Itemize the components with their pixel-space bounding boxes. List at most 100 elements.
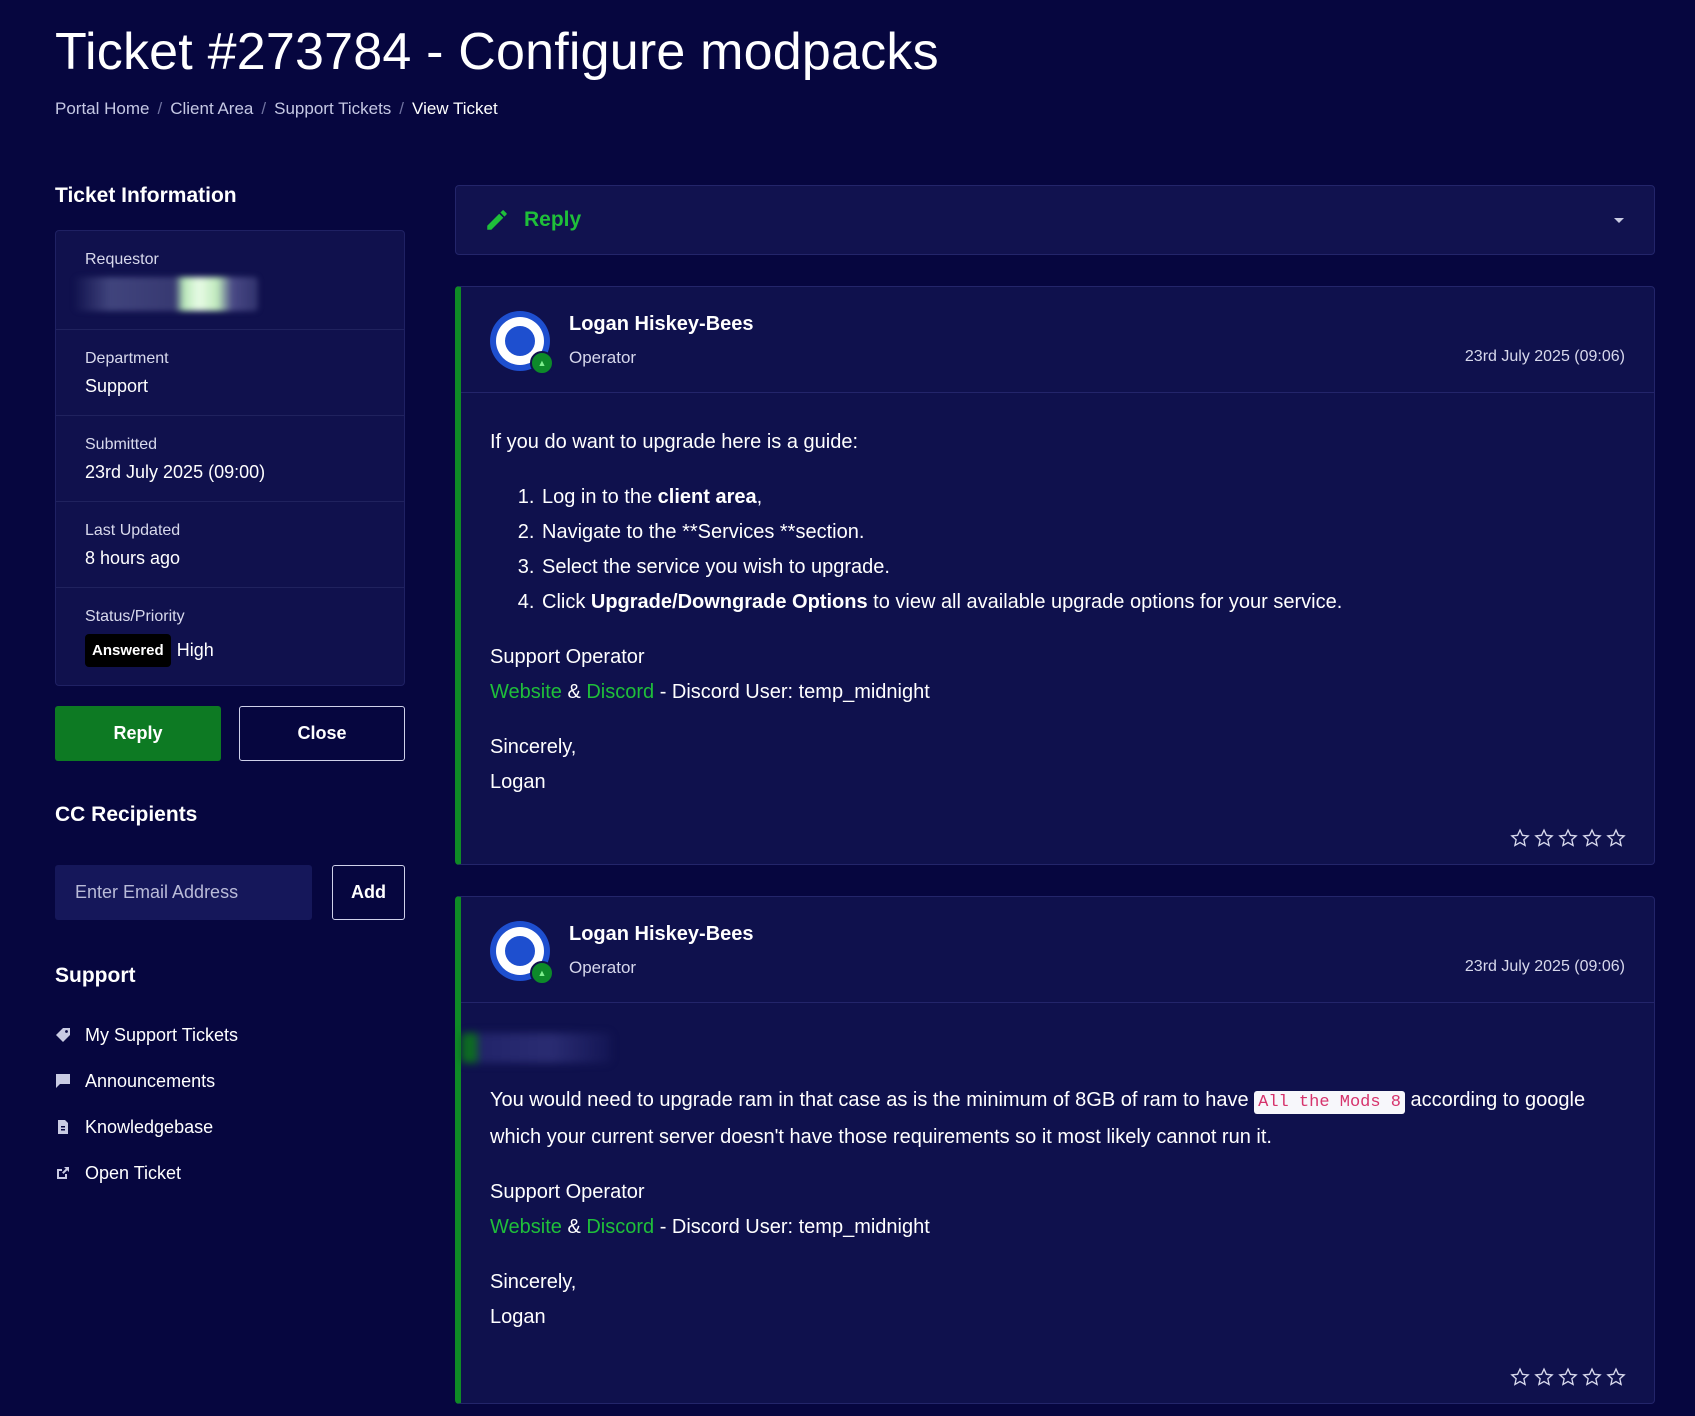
message-author: Logan Hiskey-Bees [569,923,754,945]
message-author: Logan Hiskey-Bees [569,313,754,335]
status-row: Status/Priority Answered High [56,588,404,685]
priority-value: High [176,640,214,660]
page-title: Ticket #273784 - Configure modpacks [55,23,939,81]
close-button[interactable]: Close [239,706,405,761]
breadcrumb-view-ticket: View Ticket [412,99,498,118]
support-heading: Support [55,964,136,987]
cc-email-input[interactable] [55,865,312,920]
sidebar: Ticket Information Requestor Department … [55,184,405,1196]
cc-form: Add [55,865,405,920]
breadcrumb-support-tickets[interactable]: Support Tickets [274,99,391,119]
website-link[interactable]: Website [490,681,562,703]
message-body: If you do want to upgrade here is a guid… [461,393,1654,826]
ticket-page: Ticket #273784 - Configure modpacks Port… [0,0,1695,1416]
rating-stars[interactable] [1510,828,1626,848]
closing-text: Sincerely, [490,1271,577,1293]
reply-bar-label: Reply [524,208,582,231]
support-link-label: Knowledgebase [85,1116,214,1137]
requestor-redacted [73,277,258,311]
star-icon[interactable] [1558,828,1578,848]
status-label: Status/Priority [85,608,185,625]
breadcrumb-portal-home[interactable]: Portal Home [55,99,149,119]
message-date: 23rd July 2025 (09:06) [1464,958,1625,975]
ticket-information-heading: Ticket Information [55,184,237,207]
comment-icon [55,1073,71,1089]
ticket-info-card: Requestor Department Support Submitted 2… [55,230,405,686]
signature-name: Logan [490,771,546,793]
message-body: You would need to upgrade ram in that ca… [461,1003,1654,1361]
last-updated-value: 8 hours ago [85,548,181,568]
ticket-tag-icon [55,1027,71,1043]
star-icon[interactable] [1510,1367,1530,1387]
last-updated-row: Last Updated 8 hours ago [56,502,404,588]
department-row: Department Support [56,330,404,416]
support-link-my-tickets[interactable]: My Support Tickets [55,1012,405,1058]
avatar: ▲ [490,921,554,985]
department-value: Support [85,376,149,396]
submitted-row: Submitted 23rd July 2025 (09:00) [56,416,404,502]
breadcrumb: Portal Home / Client Area / Support Tick… [55,99,498,119]
message-text: You would need to upgrade ram in that ca… [490,1089,1586,1148]
support-link-label: My Support Tickets [85,1024,239,1045]
reply-button[interactable]: Reply [55,706,221,761]
message-role: Operator [569,958,637,977]
add-cc-button[interactable]: Add [332,865,405,920]
closing-text: Sincerely, [490,736,577,758]
message-role: Operator [569,348,637,367]
breadcrumb-separator: / [157,99,163,118]
signature-links: Website & Discord - Discord User: temp_m… [490,1216,930,1238]
external-link-icon [55,1165,71,1181]
website-link[interactable]: Website [490,1216,562,1238]
message-intro: If you do want to upgrade here is a guid… [490,431,859,453]
star-icon[interactable] [1582,1367,1602,1387]
message-header: ▲ Logan Hiskey-Bees Operator 23rd July 2… [461,287,1654,393]
upgrade-steps: Log in to the client area, Navigate to t… [540,480,1625,620]
support-link-label: Open Ticket [85,1162,182,1183]
ticket-main: Reply ▲ Logan Hiskey-Bees Operator 23rd … [455,185,1655,1404]
signature-title: Support Operator [490,646,645,668]
message-header: ▲ Logan Hiskey-Bees Operator 23rd July 2… [461,897,1654,1003]
submitted-value: 23rd July 2025 (09:00) [85,462,266,482]
star-icon[interactable] [1510,828,1530,848]
breadcrumb-separator: / [399,99,405,118]
star-icon[interactable] [1558,1367,1578,1387]
last-updated-label: Last Updated [85,522,181,539]
support-link-label: Announcements [85,1070,216,1091]
status-priority: Answered High [85,634,375,667]
rating-stars[interactable] [1510,1367,1626,1387]
operator-status-icon: ▲ [530,351,554,375]
discord-link[interactable]: Discord [586,1216,654,1238]
star-icon[interactable] [1582,828,1602,848]
discord-link[interactable]: Discord [586,681,654,703]
caret-down-icon [1614,218,1624,223]
ticket-message: ▲ Logan Hiskey-Bees Operator 23rd July 2… [455,896,1655,1404]
message-date: 23rd July 2025 (09:06) [1464,348,1625,365]
breadcrumb-client-area[interactable]: Client Area [170,99,253,119]
reply-collapse-bar[interactable]: Reply [455,185,1655,255]
redacted-quote [461,1033,611,1063]
star-icon[interactable] [1606,1367,1626,1387]
star-icon[interactable] [1534,1367,1554,1387]
step-item: Navigate to the **Services **section. [540,515,1625,550]
requestor-row: Requestor [56,231,404,330]
document-icon [55,1119,71,1135]
cc-recipients-heading: CC Recipients [55,803,198,826]
signature-links: Website & Discord - Discord User: temp_m… [490,681,930,703]
star-icon[interactable] [1606,828,1626,848]
support-link-announcements[interactable]: Announcements [55,1058,405,1104]
signature-title: Support Operator [490,1181,645,1203]
step-item: Click Upgrade/Downgrade Options to view … [540,585,1625,620]
pencil-icon [487,210,507,230]
star-icon[interactable] [1534,828,1554,848]
submitted-label: Submitted [85,436,158,453]
step-item: Log in to the client area, [540,480,1625,515]
operator-status-icon: ▲ [530,961,554,985]
support-link-open-ticket[interactable]: Open Ticket [55,1150,405,1196]
support-menu: My Support Tickets Announcements Knowled… [55,1012,405,1196]
requestor-label: Requestor [85,251,159,268]
step-item: Select the service you wish to upgrade. [540,550,1625,585]
signature-name: Logan [490,1306,546,1328]
support-link-knowledgebase[interactable]: Knowledgebase [55,1104,405,1150]
ticket-actions: Reply Close [55,706,405,761]
status-badge: Answered [85,634,171,667]
